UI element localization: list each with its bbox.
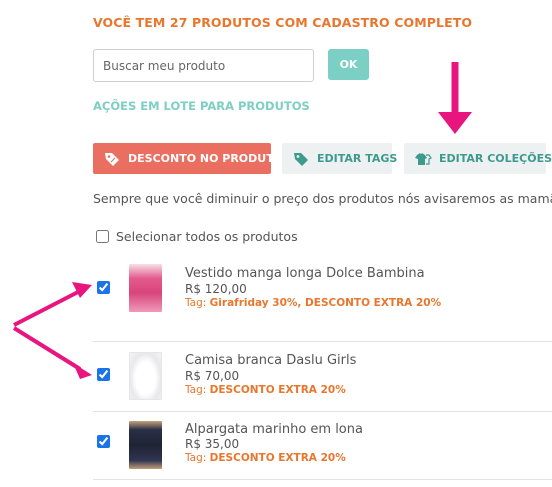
product-thumbnail-camisa[interactable] — [129, 352, 162, 400]
product-name[interactable]: Vestido manga longa Dolce Bambina — [185, 266, 425, 281]
product-name[interactable]: Alpargata marinho em lona — [185, 422, 363, 437]
tag-values: DESCONTO EXTRA 20% — [209, 384, 346, 396]
search-input[interactable] — [93, 49, 314, 82]
select-all-label: Selecionar todos os produtos — [116, 229, 298, 244]
product-thumbnail-vestido[interactable] — [129, 264, 162, 312]
bulk-actions-title: AÇÕES EM LOTE PARA PRODUTOS — [93, 99, 310, 113]
edit-collections-button[interactable]: EDITAR COLEÇÕES — [404, 143, 552, 174]
product-tags: Tag: DESCONTO EXTRA 20% — [185, 452, 346, 464]
product-checkbox-alpargata[interactable] — [97, 435, 110, 448]
tag-values: Girafriday 30%, DESCONTO EXTRA 20% — [209, 297, 442, 309]
product-price: R$ 120,00 — [185, 282, 247, 296]
product-name[interactable]: Camisa branca Daslu Girls — [185, 353, 356, 368]
edit-tags-label: EDITAR TAGS — [317, 152, 398, 165]
tag-icon — [292, 150, 310, 168]
tag-prefix: Tag: — [185, 297, 207, 309]
arrow-to-product-1-icon — [13, 282, 92, 327]
discount-button-label: DESCONTO NO PRODUTO — [128, 152, 284, 165]
tag-percent-icon — [103, 150, 121, 168]
arrow-to-product-2-icon — [12, 326, 92, 379]
tag-prefix: Tag: — [185, 452, 207, 464]
product-price: R$ 35,00 — [185, 437, 240, 451]
product-tags: Tag: DESCONTO EXTRA 20% — [185, 384, 346, 396]
price-drop-info: Sempre que você diminuir o preço dos pro… — [93, 191, 552, 206]
tag-values: DESCONTO EXTRA 20% — [209, 452, 346, 464]
row-divider — [93, 341, 552, 342]
edit-tags-button[interactable]: EDITAR TAGS — [282, 143, 397, 174]
select-all[interactable]: Selecionar todos os produtos — [96, 229, 298, 244]
tag-prefix: Tag: — [185, 384, 207, 396]
product-checkbox-camisa[interactable] — [97, 368, 110, 381]
product-tags: Tag: Girafriday 30%, DESCONTO EXTRA 20% — [185, 297, 441, 309]
product-price: R$ 70,00 — [185, 369, 240, 383]
ok-button[interactable]: OK — [328, 49, 369, 80]
select-all-checkbox[interactable] — [96, 230, 109, 243]
page-headline: VOCÊ TEM 27 PRODUTOS COM CADASTRO COMPLE… — [93, 15, 473, 30]
product-thumbnail-alpargata[interactable] — [129, 421, 162, 469]
edit-collections-label: EDITAR COLEÇÕES — [439, 152, 552, 165]
product-checkbox-vestido[interactable] — [97, 281, 110, 294]
clothes-icon — [414, 150, 432, 168]
row-divider — [93, 411, 552, 412]
row-divider — [93, 479, 552, 480]
down-arrow-icon — [438, 62, 472, 134]
discount-button[interactable]: DESCONTO NO PRODUTO — [93, 143, 283, 174]
